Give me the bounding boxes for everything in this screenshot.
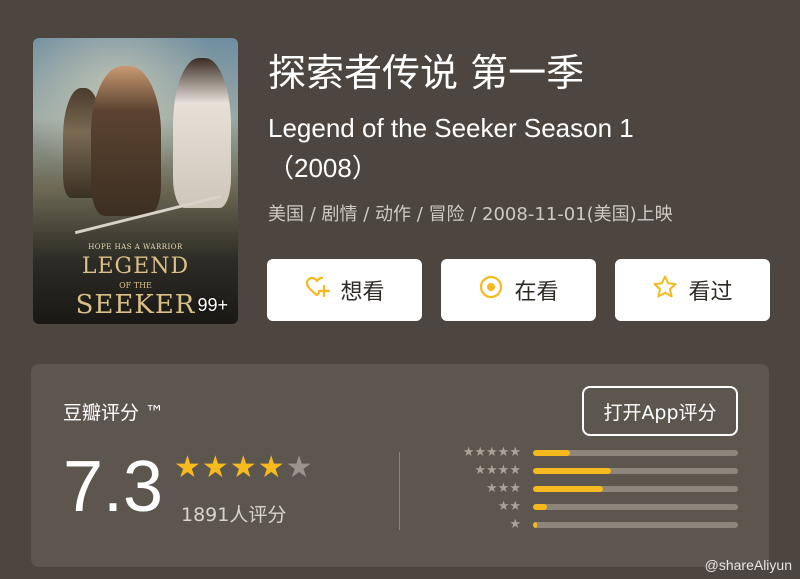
want-to-watch-label: 想看 [340,280,385,305]
rating-count: 1891人评分 [181,504,287,526]
distribution-stars-icon: ★★★★★ [462,445,521,460]
watched-label: 看过 [688,280,733,305]
star-empty-icon: ★ [285,450,313,485]
heart-plus-icon [304,274,331,306]
rating-stars: ★ ★ ★ ★ ★ [174,453,313,483]
poster-logo-line2: OF THE [119,281,152,290]
distribution-bar-track [533,450,738,456]
distribution-row-4-star: ★★★★ [451,462,741,480]
distribution-stars-icon: ★★★★ [474,463,521,478]
poster-tagline: HOPE HAS A WARRIOR [88,243,183,251]
distribution-bar-track [533,522,738,528]
distribution-row-1-star: ★ [451,516,741,534]
watching-button[interactable]: 在看 [441,259,596,321]
movie-meta-info: 美国 / 剧情 / 动作 / 冒险 / 2008-11-01(美国)上映 [268,204,673,225]
rating-divider [399,452,400,530]
star-outline-icon [652,274,678,306]
open-app-rate-button[interactable]: 打开App评分 [582,386,738,436]
distribution-bar-fill [533,450,570,456]
target-circle-icon [478,274,504,306]
star-filled-icon: ★ [229,450,257,485]
star-filled-icon: ★ [257,450,285,485]
distribution-bar-fill [533,504,548,510]
distribution-row-3-star: ★★★ [451,480,741,498]
distribution-bar-track [533,504,738,510]
distribution-row-2-star: ★★ [451,498,741,516]
poster-logo-line1: LEGEND [81,254,190,279]
distribution-stars-icon: ★ [509,517,521,532]
poster-figure-center [91,66,161,216]
rating-panel-title: 豆瓣评分 ™ [63,402,165,424]
distribution-row-5-star: ★★★★★ [451,444,741,462]
rating-score: 7.3 [63,447,164,527]
poster-count-badge: 99+ [197,295,228,315]
poster-image[interactable]: HOPE HAS A WARRIOR LEGEND OF THE SEEKER … [33,38,238,324]
distribution-bar-track [533,468,738,474]
distribution-stars-icon: ★★★ [486,481,521,496]
want-to-watch-button[interactable]: 想看 [267,259,422,321]
distribution-bar-track [533,486,738,492]
rating-distribution: ★★★★★ ★★★★ ★★★ ★★ ★ [451,444,741,534]
distribution-bar-fill [533,486,603,492]
star-filled-icon: ★ [174,450,201,485]
title-english: Legend of the Seeker Season 1 （2008） [268,113,634,183]
distribution-stars-icon: ★★ [497,499,521,514]
rating-panel: 豆瓣评分 ™ 打开App评分 7.3 ★ ★ ★ ★ ★ 1891人评分 ★★★★★ ★★… [31,364,769,567]
distribution-bar-fill [533,468,611,474]
watermark: @shareAliyun [704,557,792,573]
distribution-bar-fill [533,522,538,528]
star-filled-icon: ★ [201,450,229,485]
watching-label: 在看 [514,280,559,305]
title-chinese: 探索者传说 第一季 [268,51,585,95]
watched-button[interactable]: 看过 [615,259,770,321]
poster-figure-right [173,58,231,208]
